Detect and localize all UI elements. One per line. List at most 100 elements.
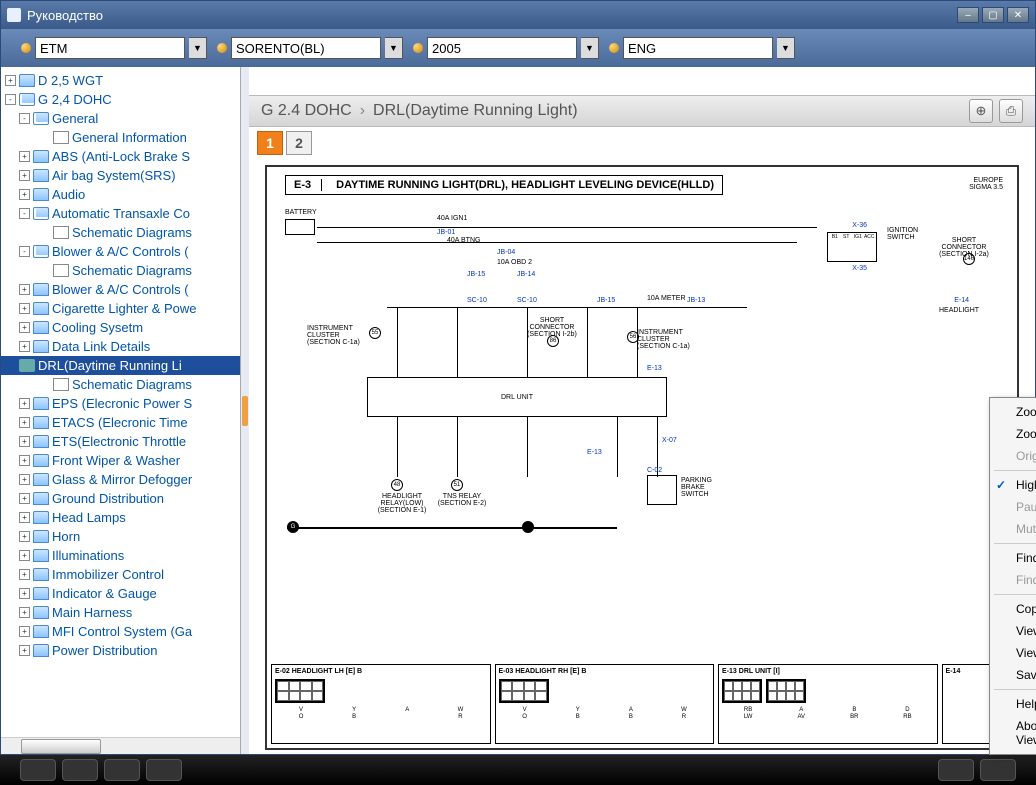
splitter-grip-icon[interactable] [242,396,248,426]
select-system[interactable]: ETM [35,37,185,59]
menu-item[interactable]: View Source [990,642,1036,664]
expand-toggle[interactable]: + [19,645,30,656]
tree-item[interactable]: +ABS (Anti-Lock Brake S [1,147,240,166]
expand-toggle[interactable]: + [19,531,30,542]
zoom-in-button[interactable]: ⊕ [969,99,993,123]
tree-item[interactable]: +EPS (Elecronic Power S [1,394,240,413]
expand-toggle[interactable]: + [19,322,30,333]
dropdown-arrow-icon[interactable]: ▼ [777,37,795,59]
sidebar-hscrollbar[interactable] [1,737,240,754]
close-button[interactable]: ✕ [1007,7,1029,23]
tree-item[interactable]: +Data Link Details [1,337,240,356]
expand-toggle[interactable]: + [19,493,30,504]
tab-2[interactable]: 2 [286,131,312,155]
tree-item[interactable]: +Cigarette Lighter & Powe [1,299,240,318]
expand-toggle[interactable]: + [19,151,30,162]
dropdown-arrow-icon[interactable]: ▼ [581,37,599,59]
tab-1[interactable]: 1 [257,131,283,155]
taskbar-item[interactable] [62,759,98,781]
tree-item[interactable]: +D 2,5 WGT [1,71,240,90]
maximize-button[interactable]: ▢ [982,7,1004,23]
tree-item[interactable]: +Head Lamps [1,508,240,527]
taskbar-item[interactable] [104,759,140,781]
taskbar-item[interactable] [146,759,182,781]
tree-item[interactable]: -Blower & A/C Controls ( [1,242,240,261]
select-model[interactable]: SORENTO(BL) [231,37,381,59]
tree-item[interactable]: +Glass & Mirror Defogger [1,470,240,489]
tree-item[interactable]: +Audio [1,185,240,204]
tree-item[interactable]: +Ground Distribution [1,489,240,508]
context-menu[interactable]: Zoom InZoom OutOriginal View✓Higher Qual… [989,397,1036,755]
tree-item[interactable]: +Air bag System(SRS) [1,166,240,185]
scrollbar-thumb[interactable] [21,739,101,754]
expand-toggle[interactable]: + [19,284,30,295]
expand-toggle[interactable]: + [19,588,30,599]
menu-item[interactable]: ✓Higher Quality [990,474,1036,496]
minimize-button[interactable]: – [957,7,979,23]
menu-item[interactable]: Zoom Out [990,423,1036,445]
expand-toggle [39,379,50,390]
tree-item[interactable]: +Blower & A/C Controls ( [1,280,240,299]
tree-item[interactable]: +Indicator & Gauge [1,584,240,603]
expand-toggle[interactable]: - [19,113,30,124]
expand-toggle[interactable]: + [19,455,30,466]
menu-item[interactable]: Help [990,693,1036,715]
tree-item[interactable]: +Front Wiper & Washer [1,451,240,470]
sidebar[interactable]: +D 2,5 WGT-G 2,4 DOHC-GeneralGeneral Inf… [1,67,241,754]
expand-toggle[interactable]: + [19,170,30,181]
expand-toggle[interactable]: + [19,512,30,523]
taskbar[interactable] [0,755,1036,785]
splitter[interactable] [241,67,249,754]
menu-item[interactable]: View SVG [990,620,1036,642]
select-year[interactable]: 2005 [427,37,577,59]
taskbar-item[interactable] [938,759,974,781]
tree-item[interactable]: +Cooling Sysetm [1,318,240,337]
tree-item-label: MFI Control System (Ga [52,624,192,639]
tree-item[interactable]: -G 2,4 DOHC [1,90,240,109]
dropdown-arrow-icon[interactable]: ▼ [385,37,403,59]
taskbar-item[interactable] [20,759,56,781]
taskbar-item[interactable] [980,759,1016,781]
expand-toggle[interactable]: + [19,436,30,447]
tree-item[interactable]: -General [1,109,240,128]
expand-toggle[interactable]: + [19,550,30,561]
titlebar[interactable]: Руководство – ▢ ✕ [1,1,1035,29]
expand-toggle[interactable]: - [19,246,30,257]
tree-item[interactable]: +Illuminations [1,546,240,565]
select-lang[interactable]: ENG [623,37,773,59]
tree-item[interactable]: -DRL(Daytime Running Li [1,356,240,375]
menu-item[interactable]: Zoom In [990,401,1036,423]
tree-item[interactable]: General Information [1,128,240,147]
menu-item[interactable]: Save SVG As... [990,664,1036,686]
expand-toggle[interactable]: + [19,569,30,580]
tree-item[interactable]: +Immobilizer Control [1,565,240,584]
expand-toggle[interactable]: + [19,303,30,314]
tree-item[interactable]: + MFI Control System (Ga [1,622,240,641]
menu-item[interactable]: Find... [990,547,1036,569]
dropdown-arrow-icon[interactable]: ▼ [189,37,207,59]
tree-item[interactable]: +Power Distribution [1,641,240,660]
expand-toggle[interactable]: + [19,398,30,409]
expand-toggle[interactable]: + [19,189,30,200]
tree-item[interactable]: Schematic Diagrams [1,223,240,242]
tree-item[interactable]: +Horn [1,527,240,546]
tree-item[interactable]: +ETACS (Elecronic Time [1,413,240,432]
menu-item[interactable]: Copy SVG [990,598,1036,620]
tree-item[interactable]: Schematic Diagrams [1,261,240,280]
expand-toggle[interactable]: + [5,75,16,86]
tree-item[interactable]: +Main Harness [1,603,240,622]
menu-item[interactable]: About Adobe SVG Viewer... [990,715,1036,751]
expand-toggle[interactable]: + [19,607,30,618]
expand-toggle[interactable]: + [19,341,30,352]
print-button[interactable]: ⎙ [999,99,1023,123]
tree-item[interactable]: +ETS(Electronic Throttle [1,432,240,451]
expand-toggle[interactable]: + [19,626,30,637]
expand-toggle[interactable]: + [19,474,30,485]
tree-item[interactable]: Schematic Diagrams [1,375,240,394]
expand-toggle[interactable]: + [19,417,30,428]
tree-item[interactable]: -Automatic Transaxle Co [1,204,240,223]
diagram-area[interactable]: E-3 DAYTIME RUNNING LIGHT(DRL), HEADLIGH… [249,155,1035,754]
expand-toggle[interactable]: - [19,208,30,219]
expand-toggle[interactable]: - [5,94,16,105]
schematic-diagram[interactable]: E-3 DAYTIME RUNNING LIGHT(DRL), HEADLIGH… [265,165,1019,750]
